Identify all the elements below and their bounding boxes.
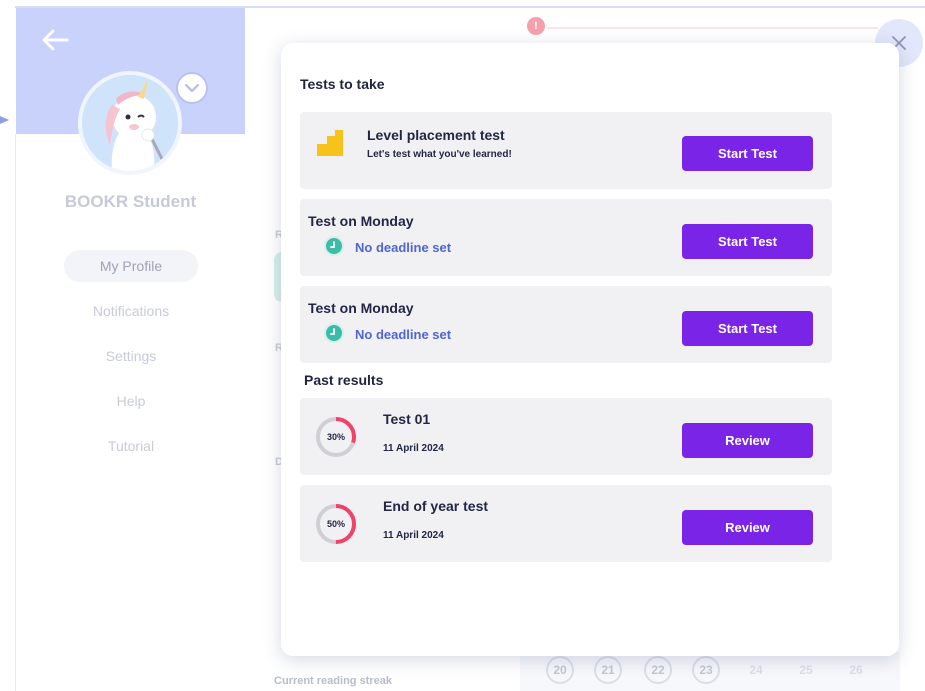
start-test-button[interactable]: Start Test bbox=[682, 224, 813, 259]
result-date: 11 April 2024 bbox=[383, 443, 444, 454]
student-name: BOOKR Student bbox=[64, 192, 197, 211]
calendar-day: 21 bbox=[594, 656, 622, 684]
review-button[interactable]: Review bbox=[682, 423, 813, 458]
review-button[interactable]: Review bbox=[682, 510, 813, 545]
chevron-down-icon bbox=[184, 83, 200, 93]
deadline-text: No deadline set bbox=[355, 240, 452, 255]
calendar-day: 22 bbox=[644, 656, 672, 684]
sidebar-item-notifications[interactable]: Notifications bbox=[64, 295, 198, 327]
sidebar-item-settings[interactable]: Settings bbox=[64, 340, 198, 372]
avatar[interactable] bbox=[78, 71, 182, 175]
back-arrow-icon[interactable] bbox=[40, 28, 70, 52]
test-title: Test on Monday bbox=[308, 300, 414, 316]
calendar-day: 25 bbox=[799, 663, 813, 677]
start-test-button[interactable]: Start Test bbox=[682, 136, 813, 171]
calendar-day: 26 bbox=[849, 663, 863, 677]
result-date: 11 April 2024 bbox=[383, 530, 444, 541]
score-percent: 30% bbox=[326, 432, 345, 442]
calendar-day: 23 bbox=[692, 656, 720, 684]
deadline-text: No deadline set bbox=[355, 327, 452, 342]
alert-banner bbox=[548, 27, 878, 29]
sidebar-item-my-profile[interactable]: My Profile bbox=[64, 250, 198, 282]
reading-streak-label: Current reading streak bbox=[274, 675, 392, 687]
clock-icon bbox=[324, 323, 344, 343]
calendar-day: 20 bbox=[546, 656, 574, 684]
score-percent: 50% bbox=[326, 519, 345, 529]
test-title: Level placement test bbox=[367, 127, 505, 143]
tests-to-take-title: Tests to take bbox=[300, 76, 385, 92]
test-subtitle: Let's test what you've learned! bbox=[367, 149, 512, 160]
avatar-menu-button[interactable] bbox=[176, 72, 208, 104]
profile-sidebar: BOOKR Student My Profile Notifications S… bbox=[16, 8, 245, 691]
stairs-icon bbox=[317, 130, 343, 156]
result-title: End of year test bbox=[383, 498, 489, 514]
past-results-title: Past results bbox=[304, 372, 384, 388]
result-title: Test 01 bbox=[383, 411, 431, 427]
sidebar-item-help[interactable]: Help bbox=[64, 385, 198, 417]
test-title: Test on Monday bbox=[308, 213, 414, 229]
edge-pointer-icon bbox=[0, 116, 9, 124]
unicorn-avatar-icon bbox=[82, 75, 178, 171]
alert-icon: ! bbox=[527, 17, 545, 35]
start-test-button[interactable]: Start Test bbox=[682, 311, 813, 346]
calendar-day: 24 bbox=[749, 663, 763, 677]
clock-icon bbox=[324, 236, 344, 256]
sidebar-item-tutorial[interactable]: Tutorial bbox=[64, 430, 198, 462]
